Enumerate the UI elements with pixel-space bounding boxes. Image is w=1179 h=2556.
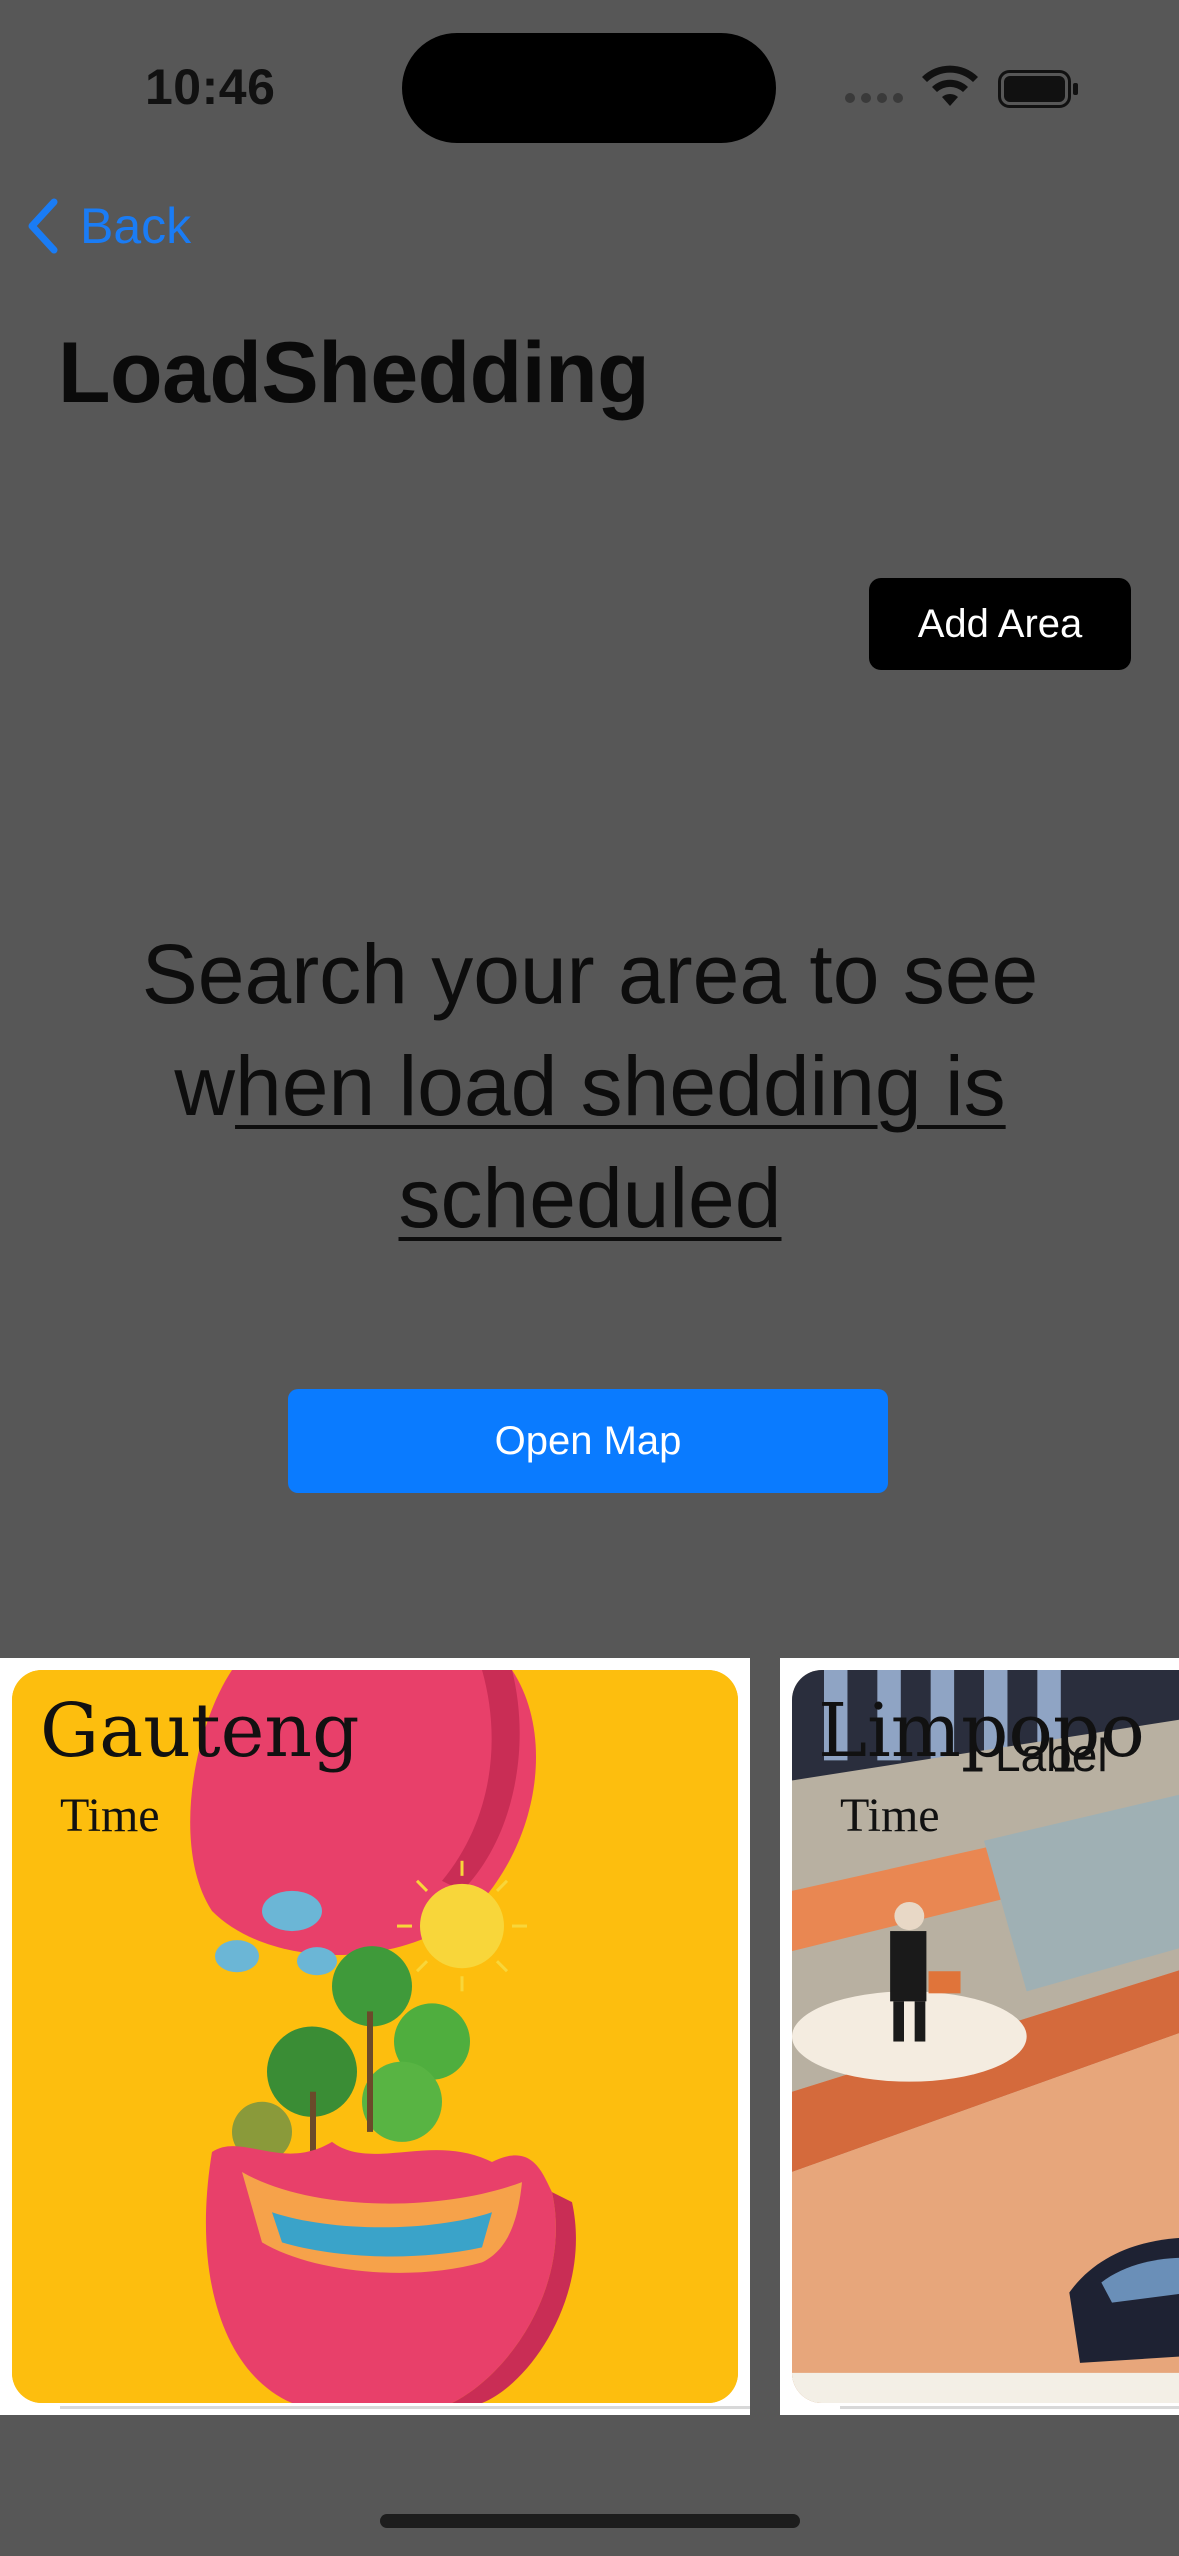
province-card-limpopo[interactable]: Limpopo Label Time <box>780 1658 1179 2415</box>
message-line-1: Search your area to see <box>141 927 1039 1021</box>
province-time: Time <box>60 1789 160 1842</box>
search-message: Search your area to see when load sheddi… <box>60 918 1120 1254</box>
home-indicator[interactable] <box>380 2514 800 2528</box>
province-card-gauteng[interactable]: Gauteng Time <box>0 1658 750 2415</box>
province-name: Gauteng <box>40 1688 360 1774</box>
limpopo-card-image <box>792 1670 1179 2403</box>
page-title: LoadShedding <box>58 325 650 421</box>
battery-icon <box>998 70 1078 108</box>
province-time: Time <box>840 1789 940 1842</box>
open-map-button[interactable]: Open Map <box>288 1389 888 1493</box>
message-link: hen load shedding is <box>235 1039 1006 1133</box>
back-label: Back <box>80 198 192 254</box>
message-line-3: scheduled <box>398 1151 782 1245</box>
gauteng-card-image <box>12 1670 738 2403</box>
card-extra-label: Label <box>995 1729 1108 1781</box>
card-divider <box>840 2406 1179 2409</box>
wifi-icon <box>922 65 978 106</box>
message-line-2: when load shedding is <box>174 1039 1006 1133</box>
signal-icon <box>845 93 903 103</box>
back-button[interactable]: Back <box>24 190 191 262</box>
status-time: 10:46 <box>145 59 276 115</box>
card-divider <box>60 2406 750 2409</box>
chevron-left-icon <box>28 198 58 254</box>
add-area-button[interactable]: Add Area <box>869 578 1131 670</box>
dynamic-island <box>402 33 776 143</box>
